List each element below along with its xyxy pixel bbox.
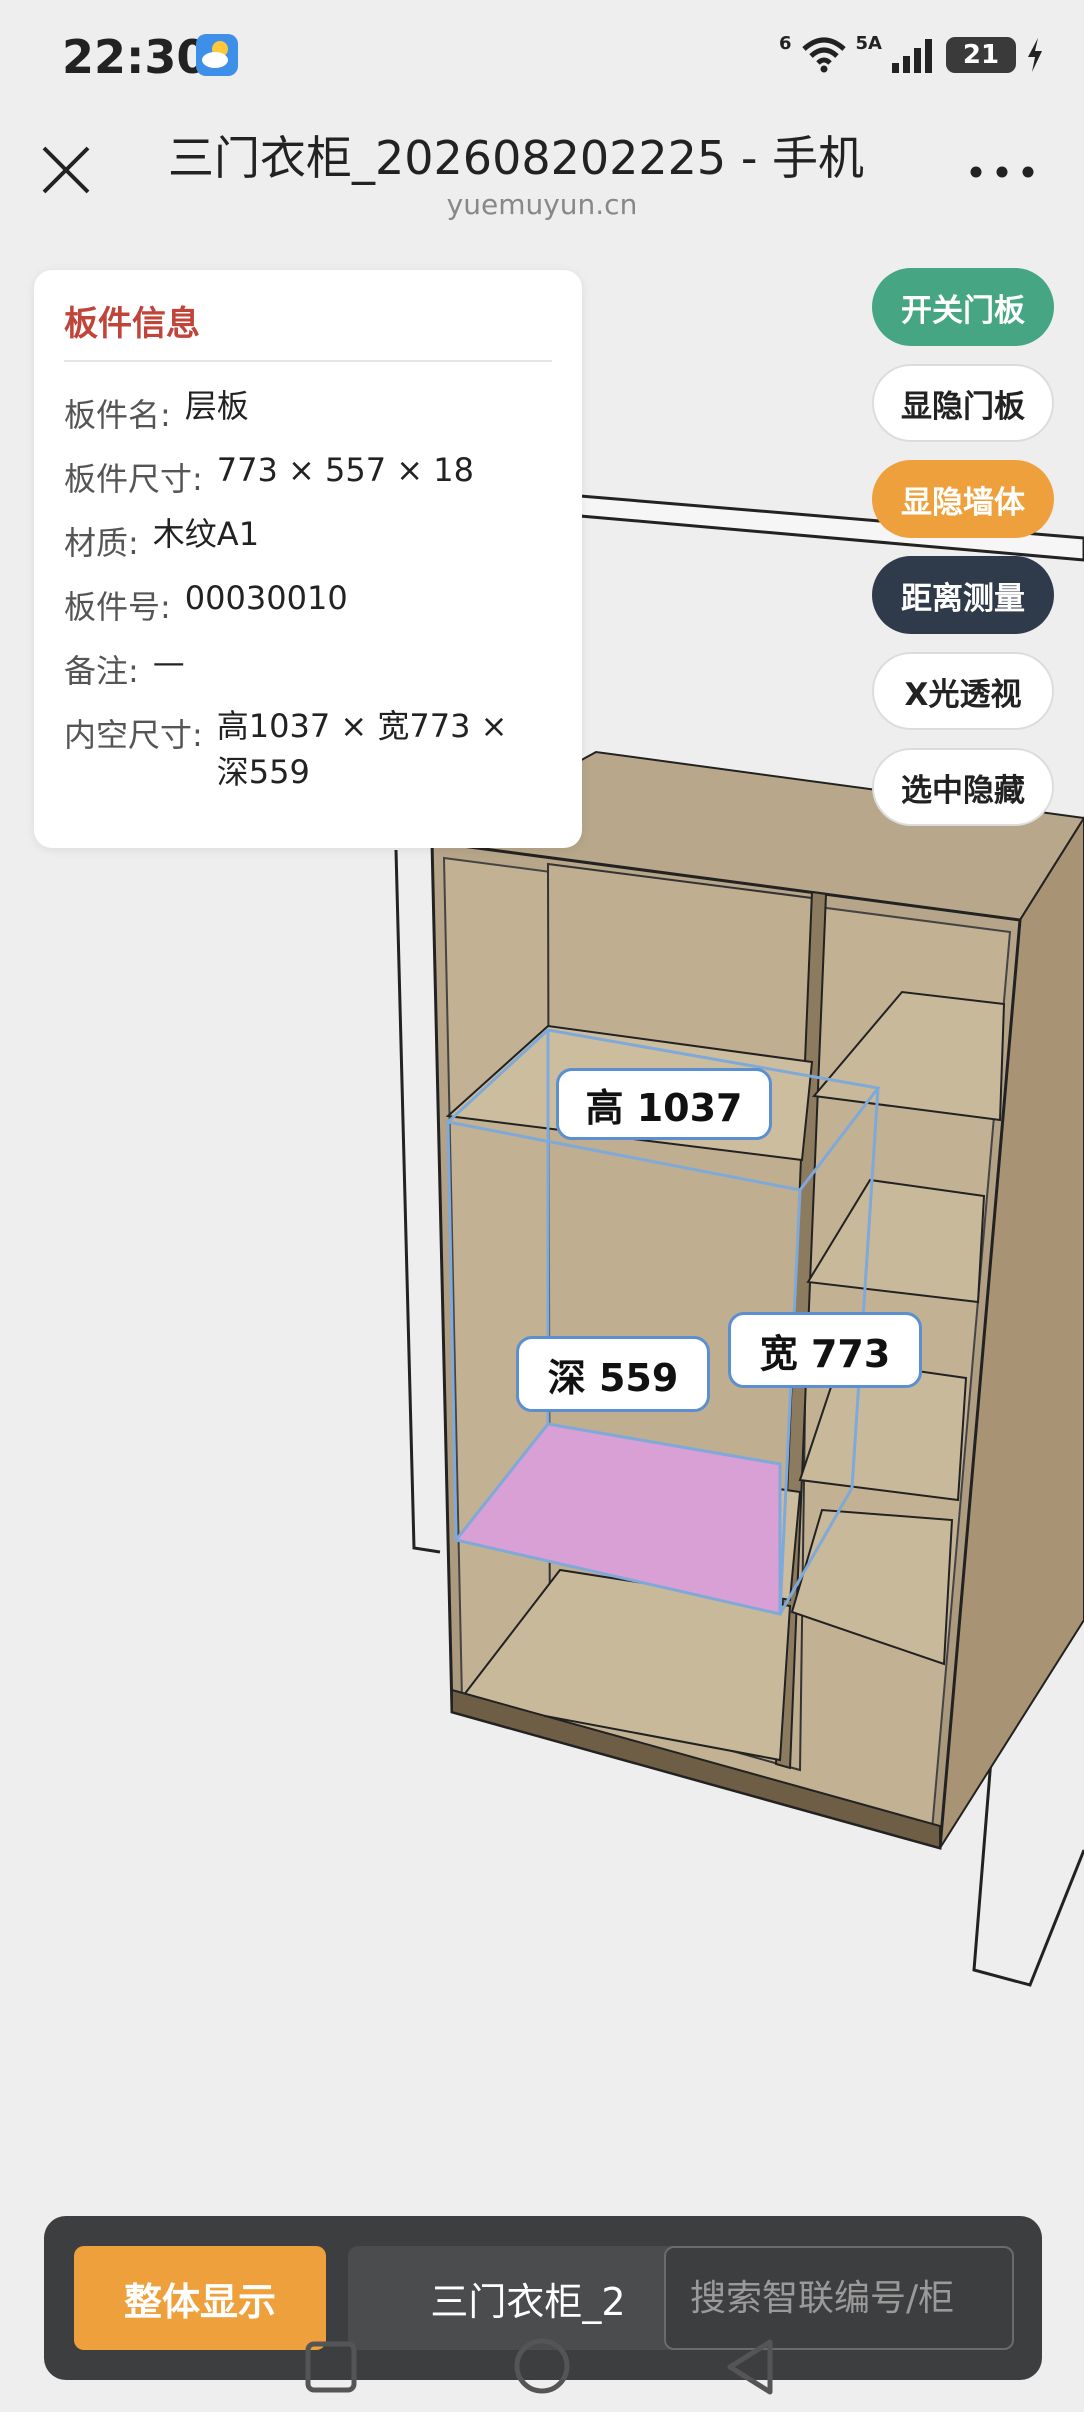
charging-icon: [1028, 38, 1042, 72]
page-domain: yuemuyun.cn: [446, 188, 638, 221]
info-row-remark: 备注: —: [64, 643, 185, 690]
more-icon[interactable]: [966, 152, 1038, 192]
wifi-icon: [801, 37, 846, 73]
weather-icon: [196, 34, 238, 76]
recent-apps-icon[interactable]: [305, 2341, 357, 2393]
system-nav-bar: [305, 2338, 773, 2395]
status-time: 22:30: [62, 30, 209, 84]
status-bar: 22:30 6 5A 21: [0, 0, 1084, 110]
info-row-name: 板件名: 层板: [64, 387, 249, 434]
panel-info-card: 板件信息 板件名: 层板 板件尺寸: 773 × 557 × 18 材质: 木纹…: [34, 270, 582, 848]
show-hide-wall-button[interactable]: 显隐墙体: [872, 460, 1054, 538]
home-icon[interactable]: [514, 2338, 570, 2394]
signal-icon: [892, 39, 932, 73]
width-dimension-label: 宽 773: [728, 1312, 922, 1388]
page-title: 三门衣柜_202608202225 - 手机: [168, 131, 865, 185]
info-row-number: 板件号: 00030010: [64, 579, 348, 626]
distance-measure-button[interactable]: 距离测量: [872, 556, 1054, 634]
battery-indicator: 21: [946, 37, 1016, 73]
show-hide-door-button[interactable]: 显隐门板: [872, 364, 1054, 442]
info-row-inner-size: 内空尺寸: 高1037 × 宽773 × 深559: [64, 707, 508, 791]
header: 三门衣柜_202608202225 - 手机 yuemuyun.cn: [0, 110, 1084, 230]
back-icon[interactable]: [727, 2339, 773, 2395]
info-divider: [64, 360, 552, 362]
info-title: 板件信息: [64, 304, 200, 344]
depth-dimension-label: 深 559: [516, 1336, 710, 1412]
height-dimension-label: 高 1037: [556, 1068, 772, 1140]
wifi-label: 6: [779, 32, 792, 54]
toggle-door-button[interactable]: 开关门板: [872, 268, 1054, 346]
info-row-size: 板件尺寸: 773 × 557 × 18: [64, 451, 474, 498]
status-indicators: 6 5A 21: [779, 32, 1044, 78]
xray-button[interactable]: X光透视: [872, 652, 1054, 730]
info-row-material: 材质: 木纹A1: [64, 515, 260, 562]
hide-selected-button[interactable]: 选中隐藏: [872, 748, 1054, 826]
network-label: 5A: [855, 32, 882, 54]
